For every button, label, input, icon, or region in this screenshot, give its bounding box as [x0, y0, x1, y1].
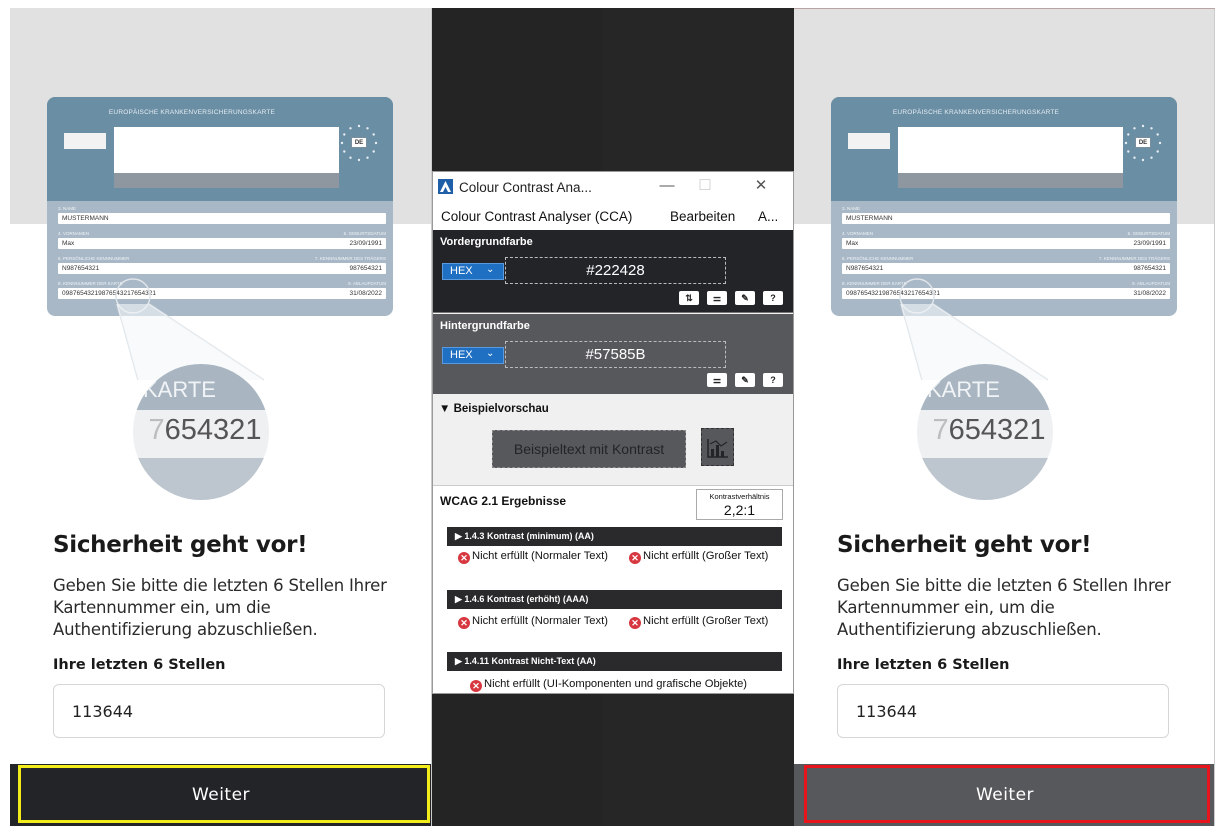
- background-section: Hintergrundfarbe HEX ⌄ #57585B ⚌ ✎ ?: [433, 314, 793, 394]
- continue-button[interactable]: Weiter: [10, 764, 431, 826]
- background-hex-input[interactable]: #57585B: [505, 341, 726, 368]
- continue-button[interactable]: Weiter: [794, 764, 1214, 826]
- foreground-section: Vordergrundfarbe HEX ⌄ #222428 ⇅ ⚌ ✎ ?: [433, 230, 793, 313]
- input-label: Ihre letzten 6 Stellen: [837, 657, 1010, 673]
- sliders-icon[interactable]: ⚌: [707, 373, 727, 387]
- phone-screen-left: EUROPÄISCHE KRANKENVERSICHERUNGSKARTE DE…: [10, 8, 432, 826]
- last-digits-input[interactable]: 113644: [837, 684, 1169, 738]
- page-heading: Sicherheit geht vor!: [837, 532, 1092, 558]
- page-description: Geben Sie bitte die letzten 6 Stellen Ih…: [53, 576, 387, 639]
- menu-more[interactable]: A...: [758, 209, 778, 224]
- page-heading: Sicherheit geht vor!: [53, 532, 308, 558]
- criterion-1-4-6[interactable]: ▶ 1.4.6 Kontrast (erhöht) (AAA): [447, 590, 782, 609]
- card-number-magnifier: KARTE 7654321: [133, 364, 269, 500]
- chart-icon: [707, 439, 728, 458]
- window-title: Colour Contrast Ana...: [459, 180, 592, 195]
- eyedropper-icon[interactable]: ✎: [735, 373, 755, 387]
- background-title: Hintergrundfarbe: [440, 320, 530, 332]
- preview-toggle[interactable]: ▼ Beispielvorschau: [439, 403, 549, 415]
- help-icon[interactable]: ?: [763, 291, 783, 305]
- sample-preview-section: ▼ Beispielvorschau Beispieltext mit Kont…: [433, 394, 793, 486]
- fail-icon: ✕: [458, 617, 470, 629]
- help-icon[interactable]: ?: [763, 373, 783, 387]
- sample-graphic-preview: [701, 428, 734, 466]
- close-button[interactable]: ✕: [751, 176, 771, 196]
- minimize-button[interactable]: —: [657, 176, 677, 196]
- foreground-hex-input[interactable]: #222428: [505, 257, 726, 284]
- result-normal-text: ✕ Nicht erfüllt (Normaler Text): [458, 615, 608, 629]
- result-ui-components: ✕ Nicht erfüllt (UI-Komponenten und grafi…: [470, 678, 790, 692]
- results-title: WCAG 2.1 Ergebnisse: [440, 494, 567, 508]
- wcag-results-section: WCAG 2.1 Ergebnisse Kontrastverhältnis 2…: [433, 486, 793, 693]
- foreground-format-select[interactable]: HEX ⌄: [442, 263, 504, 280]
- phone-screen-right: EUROPÄISCHE KRANKENVERSICHERUNGSKARTE DE…: [794, 8, 1215, 826]
- menu-edit[interactable]: Bearbeiten: [670, 209, 735, 224]
- criterion-1-4-3[interactable]: ▶ 1.4.3 Kontrast (minimum) (AA): [447, 527, 782, 546]
- ratio-value: 2,2:1: [723, 502, 756, 518]
- sliders-icon[interactable]: ⚌: [707, 291, 727, 305]
- menu-bar: Colour Contrast Analyser (CCA) Bearbeite…: [433, 202, 793, 230]
- chevron-down-icon: ⌄: [486, 264, 495, 275]
- fail-icon: ✕: [458, 552, 470, 564]
- screenshot-root: EUROPÄISCHE KRANKENVERSICHERUNGSKARTE DE…: [0, 0, 1215, 826]
- sample-text-preview: Beispieltext mit Kontrast: [492, 430, 686, 468]
- page-description: Geben Sie bitte die letzten 6 Stellen Ih…: [837, 576, 1171, 639]
- input-label: Ihre letzten 6 Stellen: [53, 657, 226, 673]
- menu-cca[interactable]: Colour Contrast Analyser (CCA): [441, 209, 632, 224]
- contrast-ratio-box: Kontrastverhältnis 2,2:1: [696, 489, 783, 520]
- result-normal-text: ✕ Nicht erfüllt (Normaler Text): [458, 550, 608, 564]
- result-large-text: ✕ Nicht erfüllt (Großer Text): [629, 615, 789, 629]
- card-number-magnifier: KARTE 7654321: [917, 364, 1053, 500]
- background-format-select[interactable]: HEX ⌄: [442, 347, 504, 364]
- fail-icon: ✕: [629, 552, 641, 564]
- maximize-button[interactable]: ☐: [695, 176, 715, 196]
- swap-icon[interactable]: ⇅: [679, 291, 699, 305]
- ratio-label: Kontrastverhältnis: [709, 492, 770, 501]
- chevron-down-icon: ⌄: [486, 348, 495, 359]
- fail-icon: ✕: [629, 617, 641, 629]
- eyedropper-icon[interactable]: ✎: [735, 291, 755, 305]
- colour-contrast-analyser-window: Colour Contrast Ana... — ☐ ✕ Colour Cont…: [432, 171, 794, 694]
- fail-icon: ✕: [470, 680, 482, 692]
- title-bar: Colour Contrast Ana... — ☐ ✕: [433, 172, 793, 202]
- foreground-title: Vordergrundfarbe: [440, 236, 533, 248]
- last-digits-input[interactable]: 113644: [53, 684, 385, 738]
- criterion-1-4-11[interactable]: ▶ 1.4.11 Kontrast Nicht-Text (AA): [447, 652, 782, 671]
- cca-app-icon: [438, 179, 453, 194]
- result-large-text: ✕ Nicht erfüllt (Großer Text): [629, 550, 789, 564]
